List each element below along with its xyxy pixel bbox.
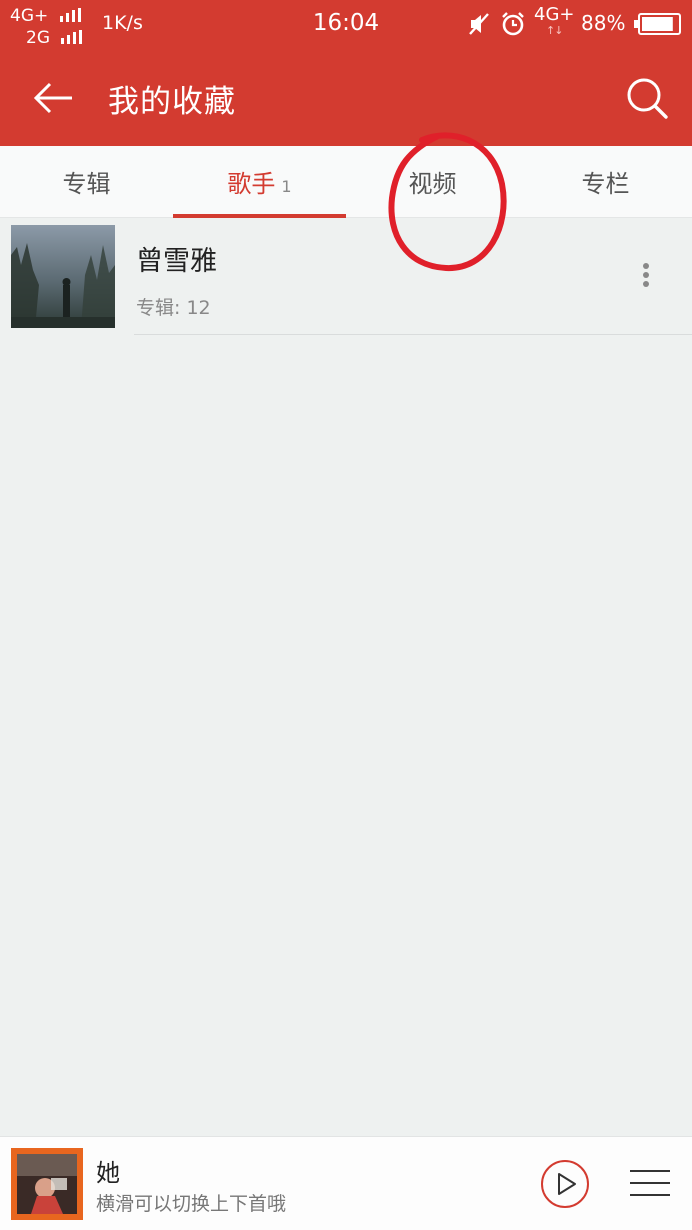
artist-avatar [11,225,115,328]
mini-player[interactable]: 她 横滑可以切换上下首哦 [0,1136,692,1230]
artist-name: 曾雪雅 [136,246,217,277]
song-title: 她 [96,1159,120,1187]
artist-album-count: 专辑: 12 [136,297,211,319]
tab-albums[interactable]: 专辑 [0,146,173,218]
data-activity-icon: ↑↓ [546,24,563,37]
tab-columns[interactable]: 专栏 [519,146,692,218]
divider [134,334,692,335]
network-type-3: 4G+ [534,4,575,25]
tab-label: 专辑 [62,170,111,198]
album-cover [11,1148,83,1220]
tab-label: 歌手 [227,170,276,198]
app-bar: 我的收藏 [0,50,692,146]
tab-singers[interactable]: 歌手 1 [173,146,346,218]
playlist-icon[interactable] [628,1165,672,1201]
song-subtitle: 横滑可以切换上下首哦 [96,1193,287,1215]
tab-count: 1 [281,177,292,196]
tab-bar: 专辑 歌手 1 视频 专栏 [0,146,692,218]
status-bar: 4G+ 2G 1K/s 16:04 4G+ ↑↓ 88% [0,0,692,50]
battery-percent: 88% [581,11,626,35]
mute-icon [469,13,489,35]
list-item[interactable]: 曾雪雅 专辑: 12 [0,219,692,335]
page-title: 我的收藏 [108,84,236,120]
alarm-icon [502,12,524,36]
tab-label: 专栏 [581,170,630,198]
battery-icon [634,13,681,35]
tab-videos[interactable]: 视频 [346,146,519,218]
search-icon[interactable] [622,73,672,123]
more-vertical-icon[interactable] [626,255,666,295]
arrow-left-icon[interactable] [28,76,78,120]
tab-label: 视频 [408,170,457,198]
play-icon[interactable] [539,1158,591,1210]
active-tab-indicator [173,214,346,218]
